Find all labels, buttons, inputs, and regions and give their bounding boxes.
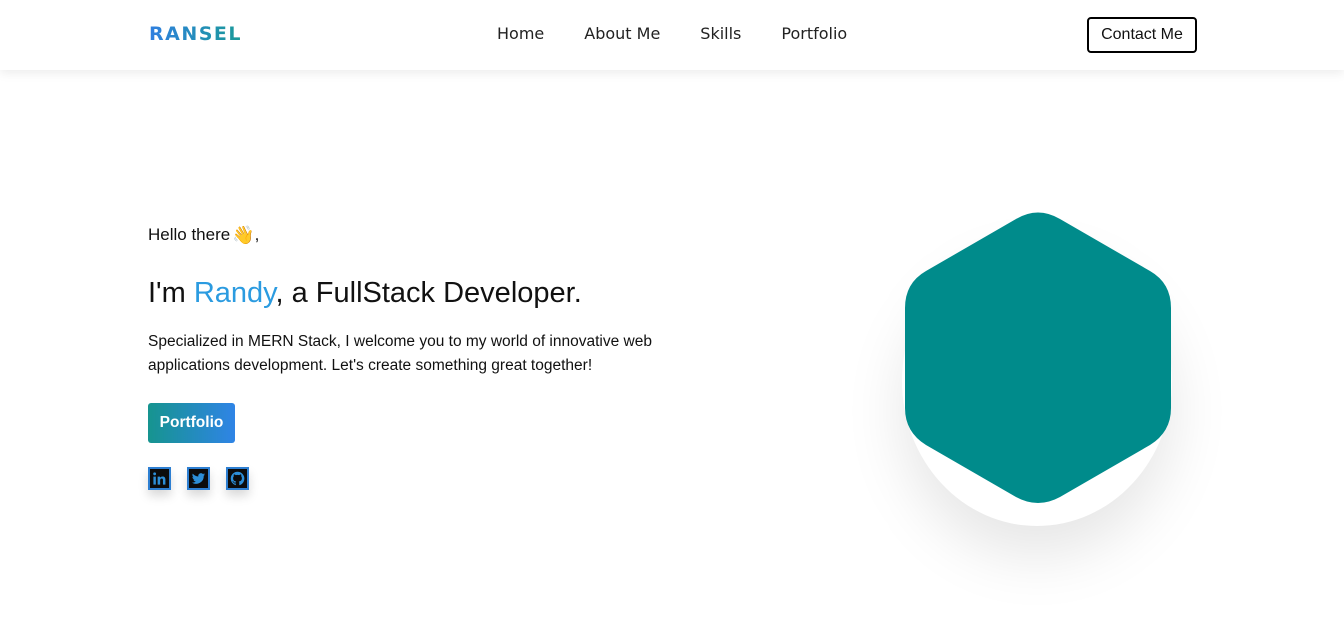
greeting-comma: , (254, 225, 260, 244)
github-link[interactable] (226, 467, 249, 490)
hero-section: Hello there 👋 , I'm Randy, a FullStack D… (148, 222, 708, 490)
navbar: RANSEL Home About Me Skills Portfolio Co… (0, 0, 1344, 70)
twitter-link[interactable] (187, 467, 210, 490)
greeting-text: Hello there (148, 225, 231, 244)
headline-name: Randy (193, 277, 276, 309)
social-links (148, 467, 708, 490)
hero-image (880, 196, 1200, 526)
nav-link-home[interactable]: Home (497, 24, 544, 43)
twitter-icon (191, 471, 206, 486)
nav-link-about-me[interactable]: About Me (584, 24, 660, 43)
hexagon-avatar (905, 212, 1171, 503)
nav-link-portfolio[interactable]: Portfolio (781, 24, 847, 43)
headline-prefix: I'm (148, 277, 194, 309)
linkedin-icon (152, 471, 167, 486)
nav-links: Home About Me Skills Portfolio (497, 24, 847, 43)
nav-link-skills[interactable]: Skills (700, 24, 741, 43)
hero-description: Specialized in MERN Stack, I welcome you… (148, 333, 652, 374)
linkedin-link[interactable] (148, 467, 171, 490)
portfolio-button[interactable]: Portfolio (148, 403, 235, 443)
waving-hand-icon: 👋 (232, 224, 255, 245)
hero-headline: I'm Randy, a FullStack Developer. (148, 275, 708, 311)
headline-suffix: , a FullStack Developer. (275, 277, 582, 309)
logo-text: RANSEL (149, 23, 243, 45)
logo[interactable]: RANSEL (149, 22, 242, 46)
contact-me-button[interactable]: Contact Me (1087, 17, 1197, 53)
greeting: Hello there 👋 , (148, 222, 708, 248)
github-icon (230, 471, 245, 486)
